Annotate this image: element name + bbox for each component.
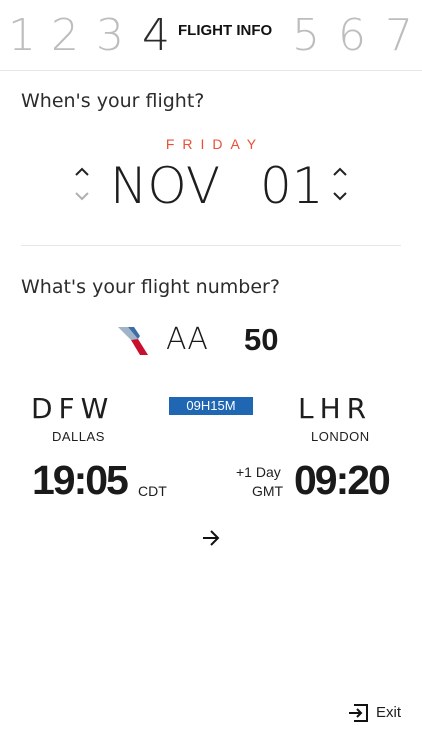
flight-duration-badge: 09H15M [169,397,253,415]
step-4-current: 4 [142,10,170,61]
day-value: 01 [260,157,324,215]
header-divider [0,70,422,71]
arrival-day-offset: +1 Day [236,464,281,480]
flight-number-text: 50 [244,322,279,357]
weekday-label: FRIDAY [165,136,265,152]
origin-airport-code: DFW [31,392,115,425]
departure-time: 19:05 [32,457,129,503]
flight-number[interactable]: 50 [244,322,278,359]
section-divider [21,245,401,246]
airline-code-text: AA [166,322,208,357]
flight-number-question: What's your flight number? [21,276,280,298]
origin-city: DALLAS [52,429,105,444]
month-value: NOV [110,157,221,215]
exit-label: Exit [376,704,402,721]
date-question: When's your flight? [21,90,205,112]
day-up-chevron-icon[interactable] [330,165,350,179]
destination-city: LONDON [311,429,370,444]
day-down-chevron-icon[interactable] [330,189,350,203]
american-airlines-logo-icon [116,324,150,358]
arrival-time: 09:20 [294,457,391,503]
step-3[interactable]: 3 [96,12,124,60]
month-down-chevron-icon[interactable] [72,189,92,203]
next-arrow-icon[interactable] [200,528,222,548]
current-step-title: FLIGHT INFO [178,22,273,39]
destination-airport-code: LHR [298,392,373,425]
month-up-chevron-icon[interactable] [72,165,92,179]
step-5[interactable]: 5 [292,12,320,60]
step-indicator: 1 2 3 4 FLIGHT INFO 5 6 7 [0,0,422,70]
step-6[interactable]: 6 [338,12,366,60]
arrival-timezone: GMT [252,483,284,499]
departure-timezone: CDT [138,483,167,499]
step-7[interactable]: 7 [385,12,413,60]
step-1[interactable]: 1 [8,12,36,60]
airline-code[interactable]: AA [166,322,208,358]
exit-icon [348,702,370,728]
step-2[interactable]: 2 [51,12,79,60]
